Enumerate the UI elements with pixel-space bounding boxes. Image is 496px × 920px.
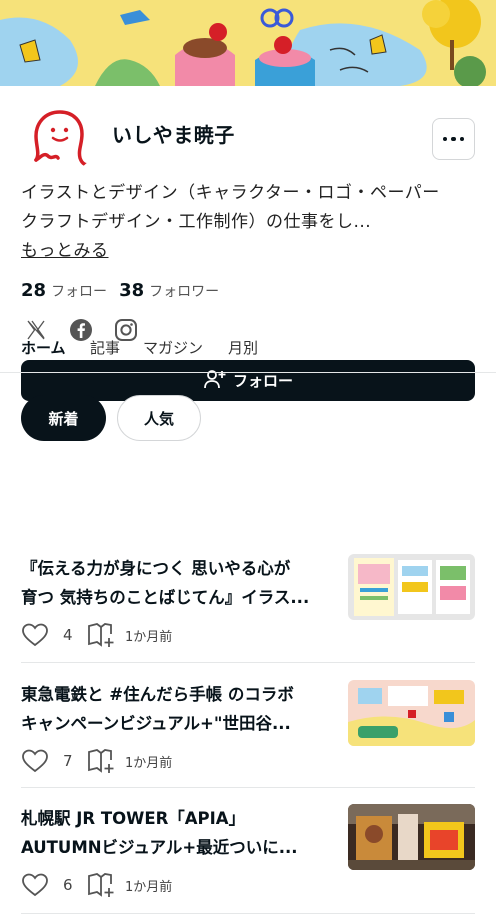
filter-popular-button[interactable]: 人気	[117, 395, 201, 441]
post-time: 1か月前	[125, 629, 173, 645]
post-time: 1か月前	[125, 755, 173, 771]
article-title-line: 『伝える力が身につく 思いやる心が	[21, 559, 291, 578]
like-count: 4	[63, 626, 73, 644]
filter-newest-button[interactable]: 新着	[21, 395, 106, 441]
article-meta: 4 1か月前	[21, 622, 172, 648]
bio-line: クラフトデザイン・工作制作）の仕事をし...	[21, 212, 372, 232]
article-meta: 7 1か月前	[21, 748, 172, 774]
article-meta: 6 1か月前	[21, 872, 172, 898]
article-title-line: キャンペーンビジュアル+"世田谷...	[21, 714, 291, 733]
more-options-button[interactable]	[432, 118, 475, 160]
profile-tabs: ホーム 記事 マガジン 月別	[0, 330, 496, 373]
add-to-magazine-icon[interactable]	[87, 872, 117, 898]
add-to-magazine-icon[interactable]	[87, 748, 117, 774]
article-title[interactable]: 札幌駅 JR TOWER「APIA」 AUTUMNビジュアル+最近ついに...	[21, 804, 333, 862]
article-title-line: 札幌駅 JR TOWER「APIA」	[21, 809, 246, 828]
bio-line: イラストとデザイン（キャラクター・ロゴ・ペーパー	[21, 183, 440, 203]
divider	[21, 662, 475, 663]
add-to-magazine-icon[interactable]	[87, 622, 117, 648]
article-card[interactable]: 札幌駅 JR TOWER「APIA」 AUTUMNビジュアル+最近ついに... …	[21, 804, 475, 920]
divider	[21, 913, 475, 914]
article-title-line: 東急電鉄と #住んだら手帳 のコラボ	[21, 685, 294, 704]
tab-home[interactable]: ホーム	[21, 337, 66, 371]
heart-icon[interactable]	[21, 622, 49, 648]
tab-articles[interactable]: 記事	[90, 337, 120, 369]
heart-icon[interactable]	[21, 748, 49, 774]
article-title-line: 育つ 気持ちのことばじてん』イラス...	[21, 588, 310, 607]
article-title-line: AUTUMNビジュアル+最近ついに...	[21, 838, 298, 857]
article-card[interactable]: 『伝える力が身につく 思いやる心が 育つ 気持ちのことばじてん』イラス... 4…	[21, 554, 475, 672]
follow-stats: 28 フォロー 38 フォロワー	[21, 280, 219, 301]
divider	[21, 787, 475, 788]
article-title[interactable]: 東急電鉄と #住んだら手帳 のコラボ キャンペーンビジュアル+"世田谷...	[21, 680, 333, 738]
following-count[interactable]: 28	[21, 280, 46, 301]
read-more-link[interactable]: もっとみる	[21, 236, 109, 261]
article-title[interactable]: 『伝える力が身につく 思いやる心が 育つ 気持ちのことばじてん』イラス...	[21, 554, 333, 612]
article-thumbnail[interactable]	[348, 680, 475, 746]
followers-count[interactable]: 38	[119, 280, 144, 301]
header-banner-illustration	[0, 0, 496, 86]
post-time: 1か月前	[125, 879, 173, 895]
more-dots-icon	[442, 136, 465, 142]
article-thumbnail[interactable]	[348, 804, 475, 870]
creator-bio: イラストとデザイン（キャラクター・ロゴ・ペーパー クラフトデザイン・工作制作）の…	[21, 179, 475, 237]
heart-icon[interactable]	[21, 872, 49, 898]
follow-button-label: フォロー	[232, 372, 293, 390]
tab-magazines[interactable]: マガジン	[143, 337, 203, 369]
following-label[interactable]: フォロー	[51, 281, 107, 301]
like-count: 7	[63, 752, 73, 770]
article-thumbnail[interactable]	[348, 554, 475, 620]
sort-filters: 新着 人気	[21, 395, 201, 441]
like-count: 6	[63, 876, 73, 894]
creator-name: いしやま暁子	[112, 123, 235, 147]
avatar[interactable]	[22, 98, 98, 174]
article-card[interactable]: 東急電鉄と #住んだら手帳 のコラボ キャンペーンビジュアル+"世田谷... 7…	[21, 680, 475, 798]
tab-monthly[interactable]: 月別	[228, 337, 258, 369]
followers-label[interactable]: フォロワー	[149, 281, 219, 301]
